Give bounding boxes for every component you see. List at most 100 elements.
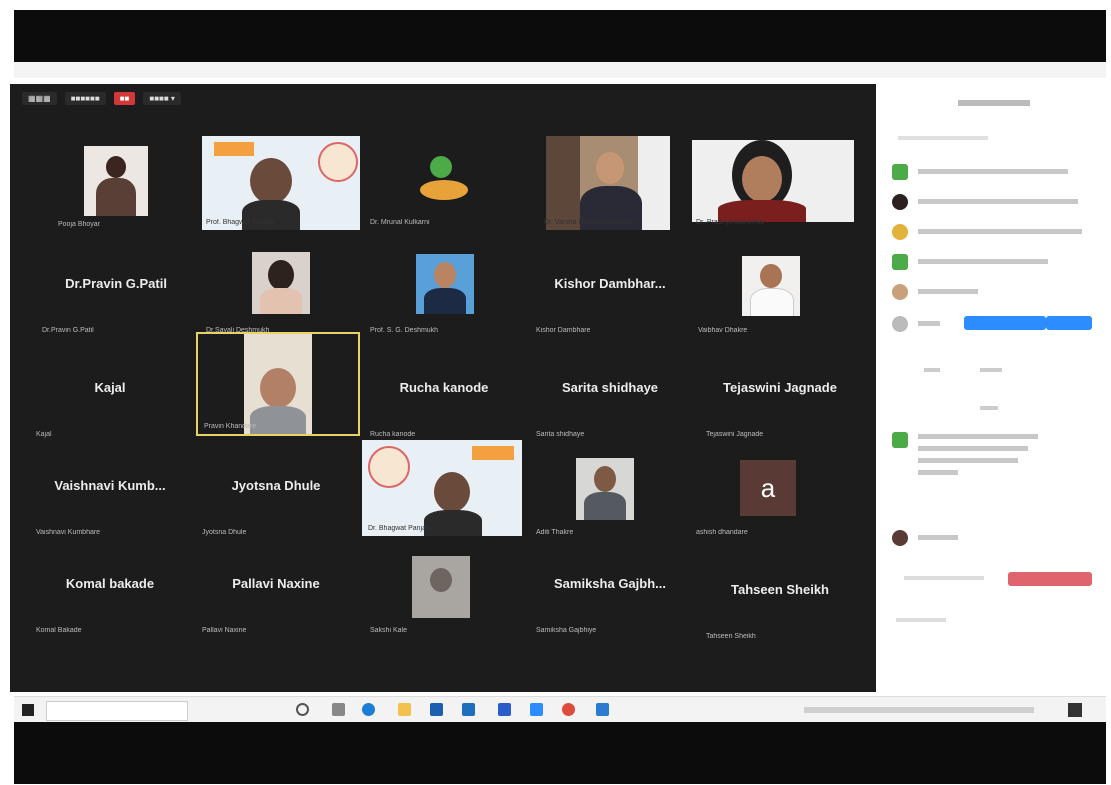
video-thumbnail <box>742 256 800 316</box>
participant-tile[interactable]: Samiksha Gajbh... Samiksha Gajbhiye <box>530 542 690 638</box>
participant-label: Pravin Khandare <box>204 423 257 430</box>
participant-label: ashish dhandare <box>696 529 748 536</box>
participant-row[interactable] <box>890 162 1090 182</box>
participant-tile[interactable]: Tejaswini Jagnade Tejaswini Jagnade <box>700 346 860 442</box>
participant-tile[interactable]: Pooja Bhoyar <box>52 136 212 232</box>
participant-tile[interactable]: a ashish dhandare <box>690 444 850 540</box>
mail-icon[interactable] <box>462 703 475 716</box>
chat-message <box>890 528 1090 548</box>
stop-video-button[interactable] <box>1008 572 1092 586</box>
participant-label: Prof. S. G. Deshmukh <box>370 327 439 334</box>
windows-taskbar <box>14 696 1106 723</box>
participant-label: Rucha kanode <box>370 431 416 438</box>
participant-tile[interactable]: Kajal Kajal <box>30 346 190 442</box>
chat-header <box>980 406 998 410</box>
participant-name: Kajal <box>94 380 126 395</box>
share-status-pill[interactable]: ■■■■■■ <box>64 91 106 105</box>
participant-label: Tejaswini Jagnade <box>706 431 764 438</box>
more-button[interactable] <box>1046 316 1092 330</box>
participant-tile[interactable]: Vaibhav Dhakre <box>692 242 852 338</box>
scan-border-bottom <box>14 722 1106 784</box>
participant-label: Komal Bakade <box>36 627 82 634</box>
video-thumbnail <box>576 458 634 520</box>
panel-subtitle <box>898 136 988 140</box>
participant-tile[interactable]: Dr. Mrunal Kulkarni <box>364 134 524 230</box>
avatar <box>892 530 908 546</box>
participant-name: Dr.Pravin G.Patil <box>65 276 167 291</box>
photos-icon[interactable] <box>596 703 609 716</box>
participant-label: Kajal <box>36 431 52 438</box>
view-options-dropdown[interactable]: ■■■■ ▾ <box>143 91 181 105</box>
participant-name: Komal bakade <box>65 576 155 591</box>
participant-tile[interactable]: Kishor Dambhar... Kishor Dambhare <box>530 242 690 338</box>
participants-panel <box>884 78 1106 696</box>
participant-tile-active-speaker[interactable]: Pravin Khandare <box>196 332 360 436</box>
chrome-icon[interactable] <box>562 703 575 716</box>
participant-tile[interactable]: Tahseen Sheikh Tahseen Sheikh <box>700 548 860 644</box>
participant-label: Kishor Dambhare <box>536 327 591 334</box>
participant-label: Jyotsna Dhule <box>202 529 247 536</box>
participant-name: Vaishnavi Kumb... <box>54 478 166 493</box>
video-thumbnail <box>84 146 148 216</box>
participant-label: Pooja Bhoyar <box>58 221 101 228</box>
avatar <box>892 224 908 240</box>
edge-icon[interactable] <box>362 703 375 716</box>
participant-tile[interactable]: Komal bakade Komal Bakade <box>30 542 190 638</box>
participant-name: Rucha kanode <box>399 380 489 395</box>
participant-row[interactable] <box>890 282 1090 302</box>
participant-tile[interactable]: Prof. Bhagwat Panjab <box>200 134 360 230</box>
avatar <box>892 254 908 270</box>
participant-tile[interactable]: Jyotsna Dhule Jyotsna Dhule <box>196 444 356 540</box>
participant-tile[interactable]: Dr. Pradnya Dandekar <box>690 134 854 230</box>
participant-label: Tahseen Sheikh <box>706 633 756 640</box>
store-icon[interactable] <box>430 703 443 716</box>
participant-row[interactable] <box>890 192 1090 212</box>
participant-row[interactable] <box>890 222 1090 242</box>
zoom-icon[interactable] <box>530 703 543 716</box>
participant-tile[interactable]: Vaishnavi Kumb... Vaishnavi Kumbhare <box>30 444 190 540</box>
video-shared-screen <box>202 136 360 230</box>
participant-label: Dr. Varsha Kulkarni Vaishnav <box>544 219 635 226</box>
participant-label: Pallavi Naxine <box>202 627 247 634</box>
video-shared-screen <box>362 440 522 536</box>
participant-tile[interactable]: Rucha kanode Rucha kanode <box>364 346 524 442</box>
participant-tile[interactable]: Dr.Pravin G.Patil Dr.Pravin G.Patil <box>36 242 196 338</box>
stop-share-button[interactable]: ■■ <box>113 91 136 105</box>
system-tray[interactable] <box>804 707 1034 713</box>
participant-tile[interactable]: Prof. S. G. Deshmukh <box>364 242 524 338</box>
taskbar-search-box[interactable] <box>46 701 188 721</box>
participant-row-hovered[interactable] <box>890 314 1092 334</box>
participant-name: Pallavi Naxine <box>232 576 320 591</box>
word-icon[interactable] <box>498 703 511 716</box>
participant-tile[interactable]: Aditi Thakre <box>530 444 690 540</box>
cortana-icon[interactable] <box>296 703 309 716</box>
participant-name: Tahseen Sheikh <box>730 582 829 597</box>
participant-name: Sarita shidhaye <box>561 380 659 395</box>
participant-label: Dr. Mrunal Kulkarni <box>370 219 430 226</box>
participant-row[interactable] <box>890 252 1090 272</box>
ask-to-unmute-button[interactable] <box>964 316 1046 330</box>
view-button[interactable]: ▦▦▦ <box>22 91 57 105</box>
chat-input[interactable] <box>896 618 946 622</box>
notifications-icon[interactable] <box>1068 703 1082 717</box>
participant-tile[interactable]: Pallavi Naxine Pallavi Naxine <box>196 542 356 638</box>
participant-name: Samiksha Gajbh... <box>554 576 666 591</box>
participant-name: Kishor Dambhar... <box>554 276 666 291</box>
participant-tile[interactable]: Sarita shidhaye Sarita shidhaye <box>530 346 690 442</box>
participant-tile[interactable]: Dr. Varsha Kulkarni Vaishnav <box>538 134 698 230</box>
video-thumbnail <box>546 136 670 230</box>
participant-tile[interactable]: Sakshi Kale <box>364 542 524 638</box>
windows-start-icon[interactable] <box>22 704 34 716</box>
avatar <box>892 194 908 210</box>
logo-thumbnail <box>416 154 472 206</box>
file-explorer-icon[interactable] <box>398 703 411 716</box>
video-thumbnail <box>252 252 310 314</box>
participant-label: Samiksha Gajbhiye <box>536 627 597 634</box>
video-thumbnail <box>416 254 474 314</box>
avatar <box>892 316 908 332</box>
participant-tile[interactable]: Dr. Bhagwat Panjab <box>362 440 522 536</box>
chat-message <box>890 430 1090 496</box>
participant-tile[interactable]: Dr.Sayali Deshmukh <box>200 242 360 338</box>
participant-label: Sakshi Kale <box>370 627 407 634</box>
task-view-icon[interactable] <box>332 703 345 716</box>
